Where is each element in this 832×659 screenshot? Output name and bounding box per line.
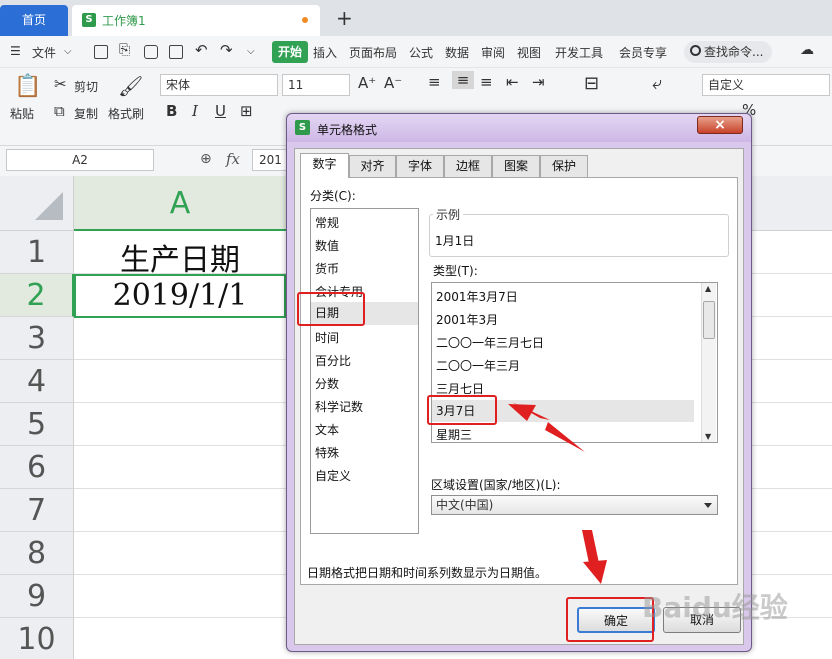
tab-number[interactable]: 数字: [300, 153, 349, 178]
arrow-to-ok-icon: [582, 530, 607, 584]
annotation-arrows: [508, 402, 607, 584]
arrow-to-type-icon: [508, 402, 585, 452]
watermark: Baidu经验: [642, 591, 788, 624]
